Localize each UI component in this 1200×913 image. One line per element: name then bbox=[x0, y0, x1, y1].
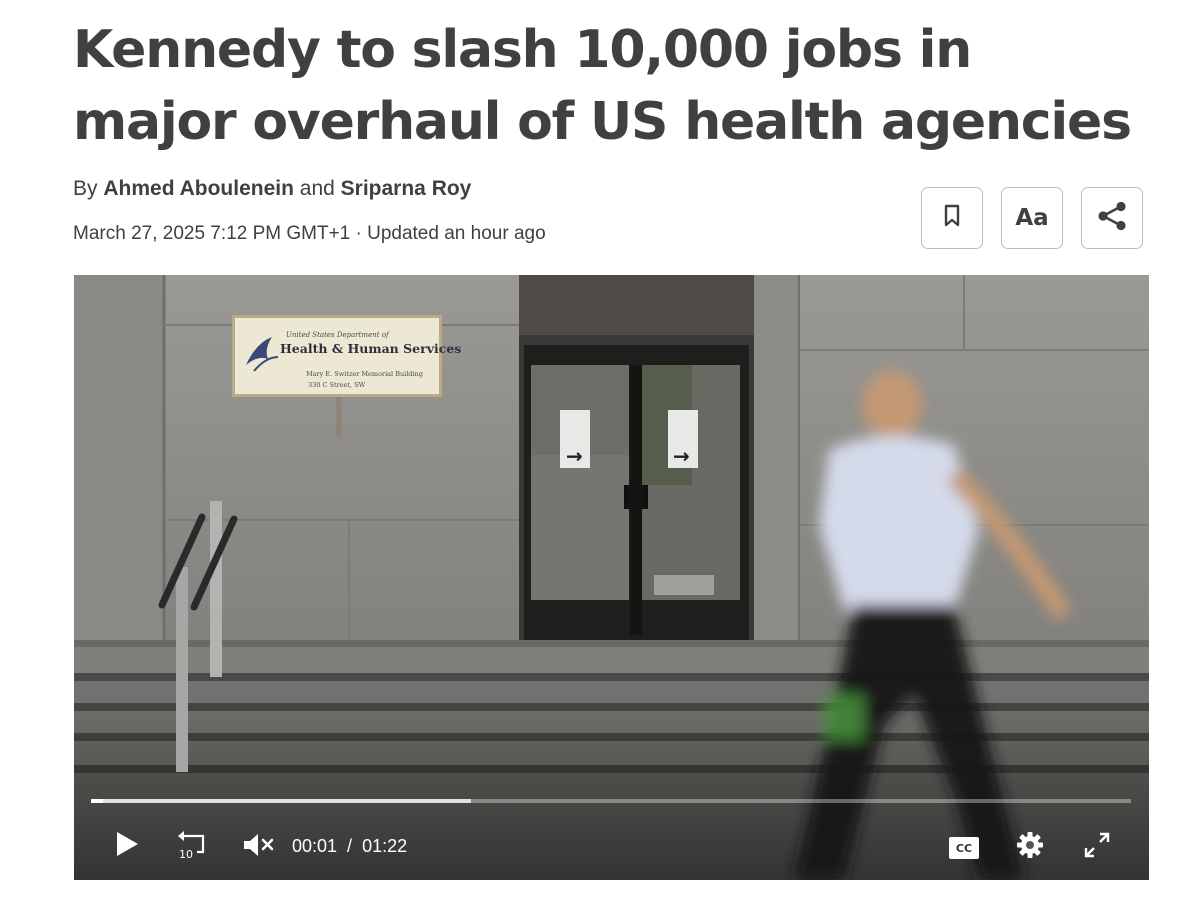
share-icon bbox=[1094, 198, 1130, 239]
bookmark-button[interactable] bbox=[921, 187, 983, 249]
article-toolbar: Aa bbox=[921, 187, 1143, 249]
svg-text:→: → bbox=[673, 444, 690, 468]
author-link-sriparna-roy[interactable]: Sriparna Roy bbox=[341, 177, 472, 200]
sign-line-3: Mary E. Switzer Memorial Building bbox=[306, 370, 423, 378]
video-frame-hhs-building: United States Department of Health & Hum… bbox=[74, 275, 1149, 880]
closed-captions-button[interactable]: CC bbox=[948, 835, 980, 861]
play-button[interactable] bbox=[112, 831, 142, 861]
updated-time: Updated an hour ago bbox=[367, 223, 546, 244]
article-headline: Kennedy to slash 10,000 jobs in major ov… bbox=[73, 20, 1132, 152]
sign-line-2: Health & Human Services bbox=[280, 341, 461, 356]
share-button[interactable] bbox=[1081, 187, 1143, 249]
date-separator: · bbox=[355, 223, 362, 244]
publish-date: March 27, 2025 7:12 PM GMT+1 bbox=[73, 223, 351, 244]
duration: 01:22 bbox=[362, 836, 408, 856]
play-icon bbox=[114, 830, 140, 863]
text-size-label: Aa bbox=[1015, 205, 1049, 231]
byline-prefix: By bbox=[73, 177, 98, 200]
rewind-10-label: 10 bbox=[179, 848, 193, 860]
muted-speaker-icon bbox=[241, 831, 275, 864]
playback-time: 00:01 / 01:22 bbox=[292, 836, 407, 857]
rewind-10-icon: 10 bbox=[175, 828, 209, 865]
fullscreen-button[interactable] bbox=[1082, 832, 1112, 862]
sign-line-1: United States Department of bbox=[286, 331, 390, 339]
played-progress bbox=[91, 799, 104, 803]
bookmark-icon bbox=[943, 204, 961, 233]
cc-icon: CC bbox=[949, 837, 979, 859]
sign-line-4: 330 C Street, SW bbox=[308, 381, 366, 389]
rewind-10-button[interactable]: 10 bbox=[174, 830, 210, 862]
fullscreen-icon bbox=[1083, 831, 1111, 864]
text-size-button[interactable]: Aa bbox=[1001, 187, 1063, 249]
video-progress-bar[interactable] bbox=[91, 799, 1131, 803]
svg-text:→: → bbox=[566, 444, 583, 468]
dateline: March 27, 2025 7:12 PM GMT+1 · Updated a… bbox=[73, 223, 546, 245]
author-link-ahmed-aboulenein[interactable]: Ahmed Aboulenein bbox=[103, 177, 294, 200]
time-separator: / bbox=[347, 836, 353, 856]
buffered-progress bbox=[91, 799, 471, 803]
gear-icon bbox=[1015, 830, 1045, 865]
current-time: 00:01 bbox=[292, 836, 338, 856]
video-player[interactable]: United States Department of Health & Hum… bbox=[74, 275, 1149, 880]
byline-conjunction: and bbox=[299, 177, 335, 200]
settings-button[interactable] bbox=[1014, 831, 1046, 863]
mute-button[interactable] bbox=[240, 832, 276, 862]
byline: By Ahmed Aboulenein and Sriparna Roy bbox=[73, 177, 471, 201]
